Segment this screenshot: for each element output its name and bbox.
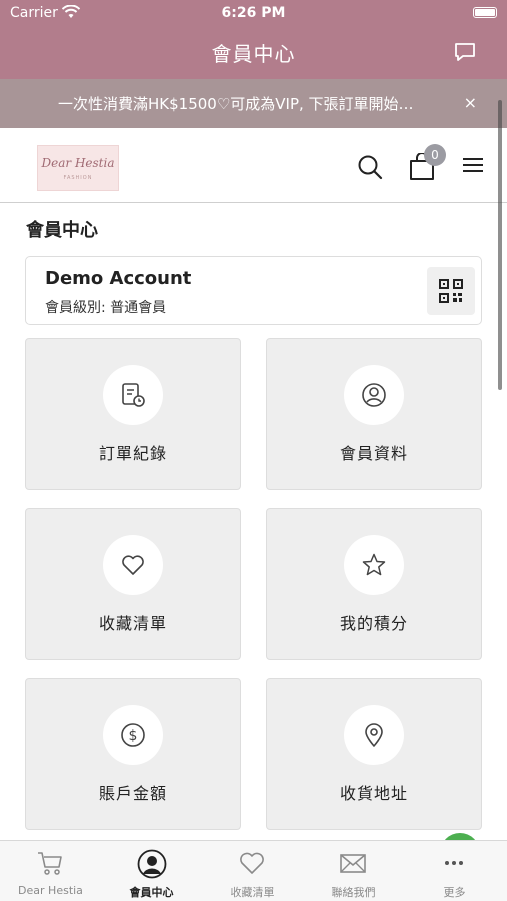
mail-icon (340, 854, 366, 873)
tile-icon-circle (103, 365, 163, 425)
order-history-icon (122, 383, 145, 407)
tile-order-history[interactable]: 訂單紀錄 (25, 338, 241, 490)
tile-icon-circle: $ (103, 705, 163, 765)
location-pin-icon (365, 723, 383, 747)
logo-subtext: FASHION (63, 175, 93, 181)
tile-shipping-address[interactable]: 收貨地址 (266, 678, 482, 830)
tile-label: 收貨地址 (339, 784, 408, 803)
member-level: 會員級別: 普通會員 (45, 300, 167, 316)
navigation-bar: 會員中心 (0, 28, 507, 79)
tab-more[interactable]: 更多 (404, 841, 505, 901)
tab-bar: Dear Hestia 會員中心 收藏清單 聯絡我們 更多 (0, 840, 507, 901)
close-icon[interactable]: × (464, 93, 477, 112)
heart-icon (122, 555, 144, 575)
tile-icon-circle (344, 535, 404, 595)
tile-label: 收藏清單 (98, 614, 167, 633)
announcement-text: 一次性消費滿HK$1500♡可成為VIP, 下張訂單開始… (58, 95, 414, 113)
user-profile-icon (362, 383, 386, 407)
tile-member-profile[interactable]: 會員資料 (266, 338, 482, 490)
tile-icon-circle (344, 705, 404, 765)
tab-label: 更多 (443, 886, 466, 899)
scroll-indicator (498, 100, 502, 390)
clock: 6:26 PM (221, 5, 286, 21)
search-icon[interactable] (357, 154, 383, 184)
tile-wishlist[interactable]: 收藏清單 (25, 508, 241, 660)
tab-label: 聯絡我們 (331, 886, 376, 899)
tab-wishlist[interactable]: 收藏清單 (202, 841, 303, 901)
nav-title: 會員中心 (211, 42, 296, 66)
tab-label: Dear Hestia (18, 884, 83, 897)
cart-icon (38, 852, 62, 875)
tile-my-points[interactable]: 我的積分 (266, 508, 482, 660)
svg-text:$: $ (129, 728, 138, 744)
dollar-icon: $ (121, 723, 145, 747)
cart-count-badge: 0 (424, 144, 446, 166)
page-title: 會員中心 (26, 220, 98, 241)
tile-label: 賬戶金額 (98, 784, 167, 803)
tile-account-balance[interactable]: $ 賬戶金額 (25, 678, 241, 830)
tab-label: 會員中心 (129, 886, 174, 899)
tab-contact-us[interactable]: 聯絡我們 (303, 841, 404, 901)
account-name: Demo Account (45, 268, 192, 289)
qr-code-icon (439, 279, 463, 303)
battery-icon (473, 7, 497, 18)
tile-icon-circle (344, 365, 404, 425)
member-icon (137, 849, 167, 879)
logo-text: Dear Hestia (41, 156, 115, 170)
status-bar: Carrier 6:26 PM (0, 0, 507, 28)
chat-icon[interactable] (453, 40, 477, 68)
menu-icon[interactable] (462, 156, 484, 178)
tab-member-center[interactable]: 會員中心 (101, 841, 202, 901)
tile-label: 我的積分 (339, 614, 408, 633)
tab-label: 收藏清單 (230, 886, 275, 899)
heart-icon (240, 852, 264, 874)
more-icon (445, 861, 463, 865)
tab-dear-hestia[interactable]: Dear Hestia (0, 841, 101, 901)
tile-label: 會員資料 (339, 444, 408, 463)
brand-logo[interactable]: Dear Hestia FASHION (37, 145, 119, 191)
account-card: Demo Account 會員級別: 普通會員 (25, 256, 482, 325)
announcement-banner: 一次性消費滿HK$1500♡可成為VIP, 下張訂單開始… × (0, 79, 507, 128)
star-icon (362, 553, 386, 576)
tile-label: 訂單紀錄 (98, 444, 167, 463)
qr-code-button[interactable] (427, 267, 475, 315)
tile-icon-circle (103, 535, 163, 595)
